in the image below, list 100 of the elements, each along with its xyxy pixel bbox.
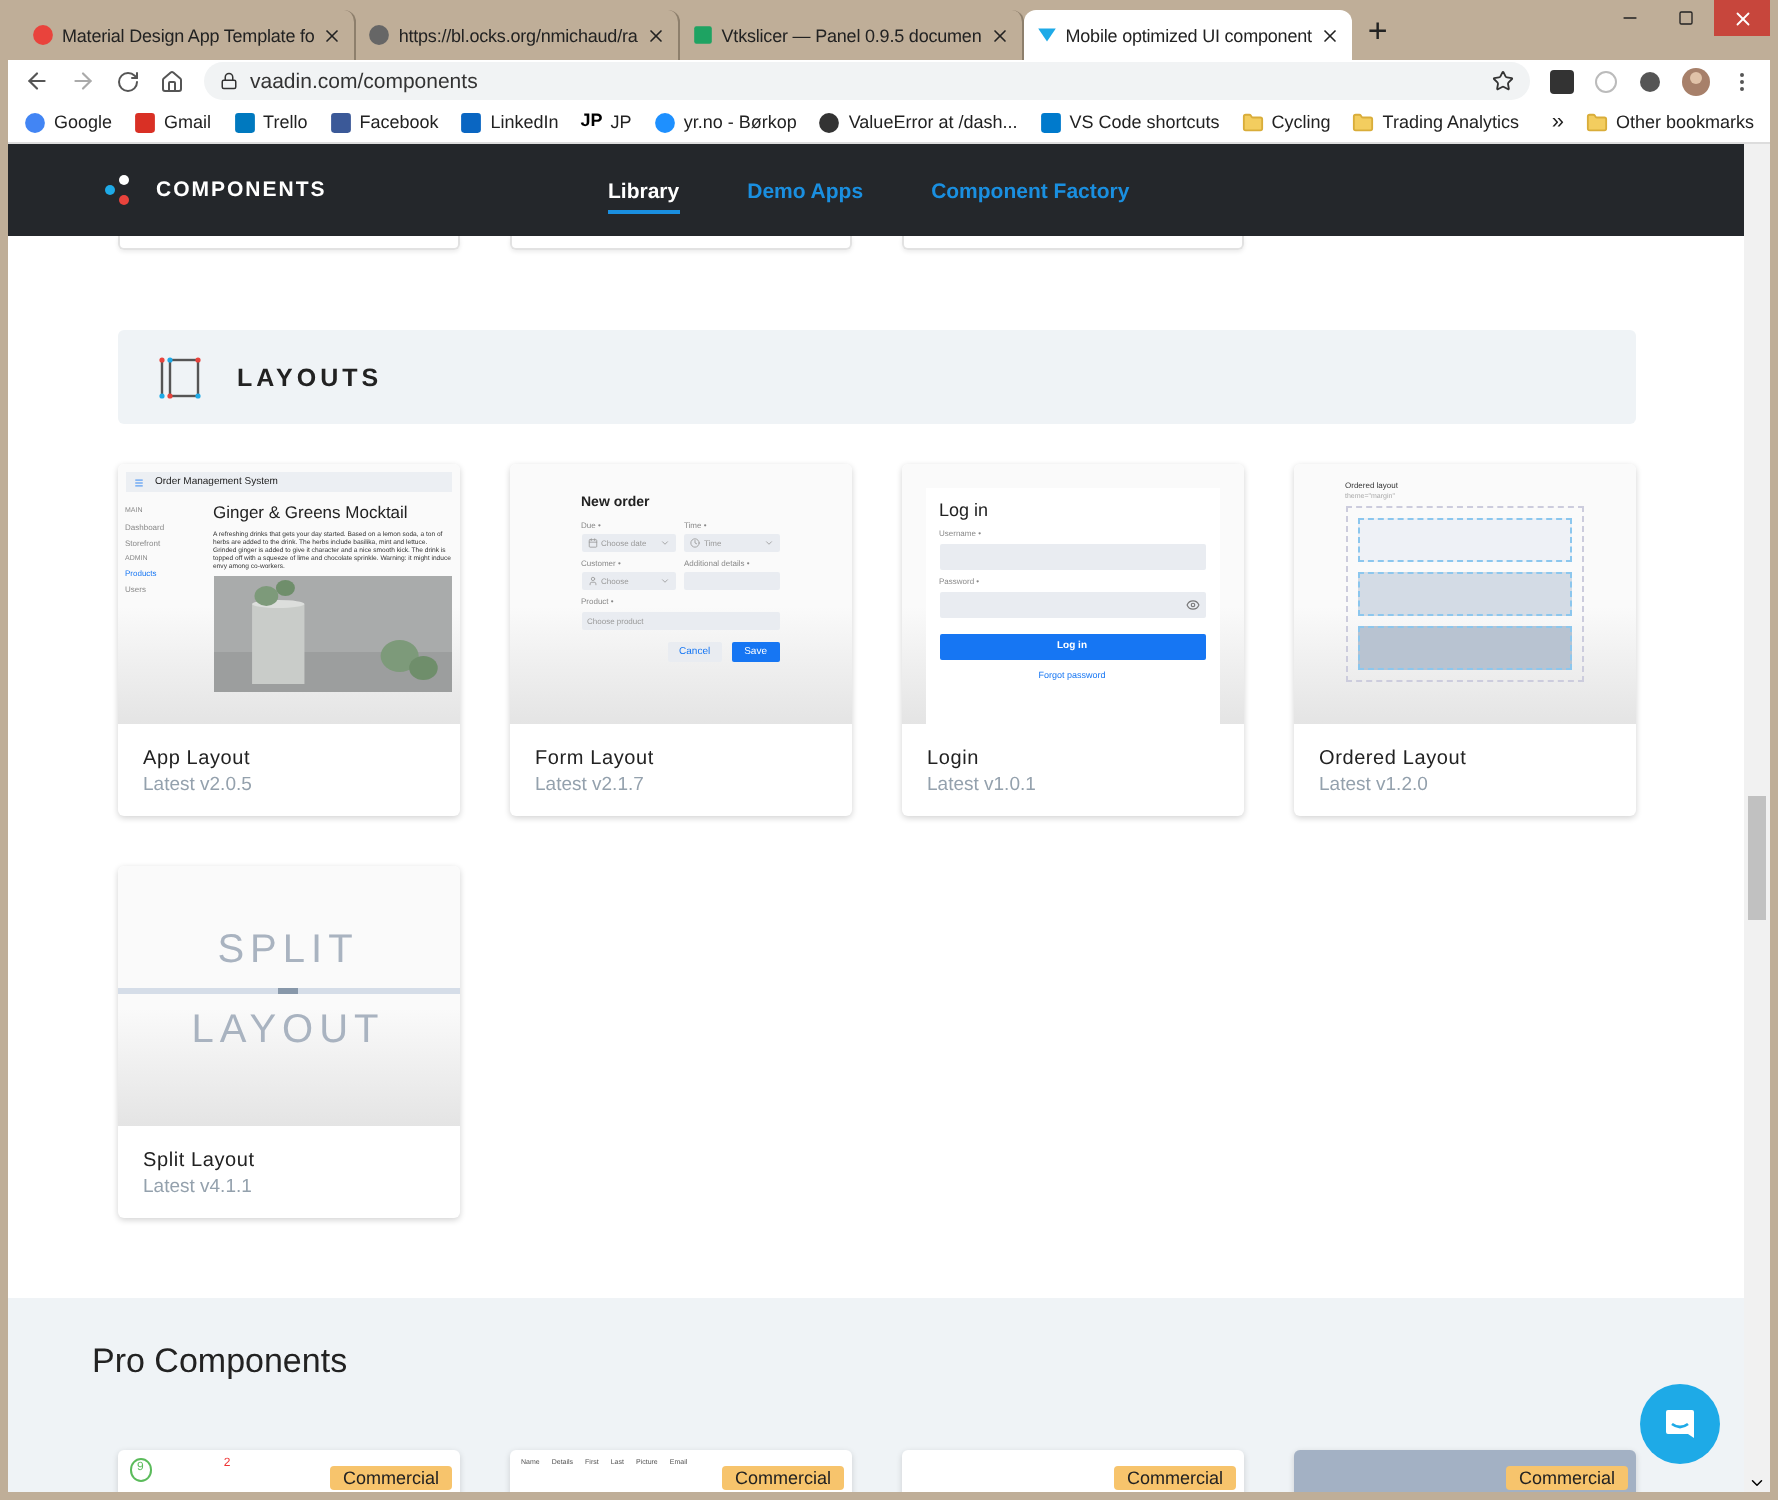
- login-title: Log in: [939, 500, 991, 523]
- bookmark-label: JP: [610, 112, 632, 132]
- logo-icon: [104, 174, 132, 206]
- chevron-icon: [763, 537, 773, 548]
- bookmark-label: VS Code shortcuts: [1069, 112, 1220, 132]
- split-text: LAYOUT: [191, 1006, 385, 1056]
- chevron-icon: [660, 537, 670, 548]
- bookmark-favicon-icon: [329, 111, 352, 133]
- bookmark-item[interactable]: yr.no - Børkop: [653, 111, 797, 133]
- close-window-button[interactable]: [1714, 0, 1770, 36]
- tab-favicon-icon: [368, 24, 391, 46]
- bookmark-item[interactable]: ValueError at /dash...: [818, 111, 1018, 133]
- bookmark-label: LinkedIn: [490, 112, 559, 132]
- scroll-down-icon[interactable]: [1748, 1474, 1766, 1492]
- close-icon[interactable]: [1319, 25, 1340, 45]
- nav-tab[interactable]: Library: [608, 167, 680, 213]
- nav-tab[interactable]: Demo Apps: [747, 167, 864, 213]
- card-version: Latest v2.0.5: [143, 774, 254, 796]
- card-version: Latest v4.1.1: [143, 1176, 254, 1198]
- bookmark-item[interactable]: JP JP: [580, 110, 632, 134]
- component-card[interactable]: [117, 464, 459, 816]
- folder-icon: [1241, 111, 1264, 133]
- extension-icon[interactable]: [1550, 69, 1574, 93]
- brand-name: COMPONENTS: [156, 178, 329, 202]
- bookmark-item[interactable]: VS Code shortcuts: [1039, 111, 1220, 133]
- lock-icon: [220, 72, 238, 90]
- bookmark-label: Facebook: [359, 112, 439, 132]
- close-icon[interactable]: [989, 25, 1010, 45]
- browser-tab[interactable]: Mobile optimized UI component: [1023, 10, 1352, 60]
- close-icon: [1731, 7, 1753, 29]
- bookmark-item[interactable]: Trading Analytics: [1352, 111, 1519, 133]
- close-icon[interactable]: [322, 25, 343, 45]
- chevron-icon: [660, 575, 670, 586]
- bookmark-favicon-icon: [134, 111, 157, 133]
- tab-favicon-icon: [32, 24, 54, 46]
- spreadsheet-icon: [691, 24, 714, 46]
- back-icon[interactable]: [24, 68, 50, 94]
- bookmark-logo-text: JP: [580, 110, 603, 134]
- bookmark-item[interactable]: Cycling: [1241, 111, 1331, 133]
- profile-avatar[interactable]: [1682, 67, 1710, 95]
- bookmark-label: Other bookmarks: [1615, 112, 1754, 132]
- card-title: App Layout: [143, 748, 253, 770]
- bookmark-label: Cycling: [1271, 112, 1331, 132]
- bookmark-item[interactable]: Facebook: [329, 111, 439, 133]
- chat-icon: [1662, 1406, 1698, 1442]
- component-card[interactable]: Commercial: [901, 1450, 1243, 1492]
- commercial-badge: Commercial: [1114, 1466, 1235, 1490]
- bookmark-favicon-icon: [460, 111, 483, 133]
- article-title: Ginger & Greens Mocktail: [213, 502, 410, 524]
- calendar-icon: [587, 537, 597, 548]
- section-heading: Pro Components: [92, 1342, 350, 1382]
- folder-icon: [1585, 111, 1608, 133]
- other-bookmarks[interactable]: Other bookmarks: [1585, 111, 1754, 133]
- card-title: Form Layout: [535, 748, 656, 770]
- bookmark-item[interactable]: LinkedIn: [460, 111, 559, 133]
- bookmark-item[interactable]: Google: [24, 111, 113, 133]
- folder-icon: [1352, 111, 1375, 133]
- card-title: Ordered Layout: [1319, 748, 1469, 770]
- extension-icon[interactable]: [1638, 69, 1662, 93]
- layout-icon: [157, 355, 201, 399]
- reload-icon[interactable]: [116, 69, 140, 93]
- password-field[interactable]: [939, 592, 1205, 619]
- home-icon[interactable]: [160, 69, 184, 93]
- bookmark-favicon-icon: [653, 111, 676, 133]
- split-text: SPLIT: [217, 926, 359, 976]
- card-title: Login: [927, 748, 981, 770]
- commercial-badge: Commercial: [1506, 1466, 1627, 1490]
- eye-icon: [1185, 598, 1199, 613]
- bookmark-label: yr.no - Børkop: [683, 112, 797, 132]
- commercial-badge: Commercial: [330, 1466, 451, 1490]
- commercial-badge: Commercial: [722, 1466, 843, 1490]
- maximize-icon: [1678, 10, 1694, 26]
- bookmark-label: Trading Analytics: [1382, 112, 1519, 132]
- tab-favicon-icon: [1035, 24, 1058, 46]
- card-version: Latest v2.1.7: [535, 774, 646, 796]
- close-icon[interactable]: [645, 25, 666, 45]
- url-text: vaadin.com/components: [250, 69, 480, 93]
- address-bar[interactable]: vaadin.com/components: [204, 62, 1530, 100]
- section-title: LAYOUTS: [237, 363, 383, 391]
- bookmark-item[interactable]: Gmail: [134, 111, 212, 133]
- bookmark-favicon-icon: [24, 111, 46, 133]
- component-card[interactable]: Commercial: [1293, 1450, 1635, 1492]
- card-version: Latest v1.0.1: [927, 774, 1038, 796]
- bookmark-label: Google: [54, 112, 113, 132]
- clock-icon: [690, 537, 700, 548]
- bookmark-favicon-icon: [233, 111, 256, 133]
- component-card[interactable]: SPLIT LAYOUT Split Layout Latest v4.1.1: [117, 866, 459, 1218]
- menu-icon: [133, 477, 143, 488]
- card-version: Latest v1.2.0: [1319, 774, 1430, 796]
- bookmark-label: Gmail: [164, 112, 212, 132]
- new-tab-button[interactable]: +: [1367, 12, 1388, 52]
- bookmark-favicon-icon: [818, 111, 841, 133]
- nav-tab[interactable]: Component Factory: [931, 167, 1130, 213]
- bookmark-star-icon[interactable]: [1492, 70, 1514, 92]
- card-title: Split Layout: [143, 1150, 257, 1172]
- bookmark-favicon-icon: [1039, 111, 1062, 133]
- bookmark-item[interactable]: Trello: [233, 111, 308, 133]
- bookmark-label: ValueError at /dash...: [848, 112, 1018, 132]
- scrollbar-thumb[interactable]: [1748, 796, 1766, 920]
- more-bookmarks-button[interactable]: »: [1551, 110, 1564, 134]
